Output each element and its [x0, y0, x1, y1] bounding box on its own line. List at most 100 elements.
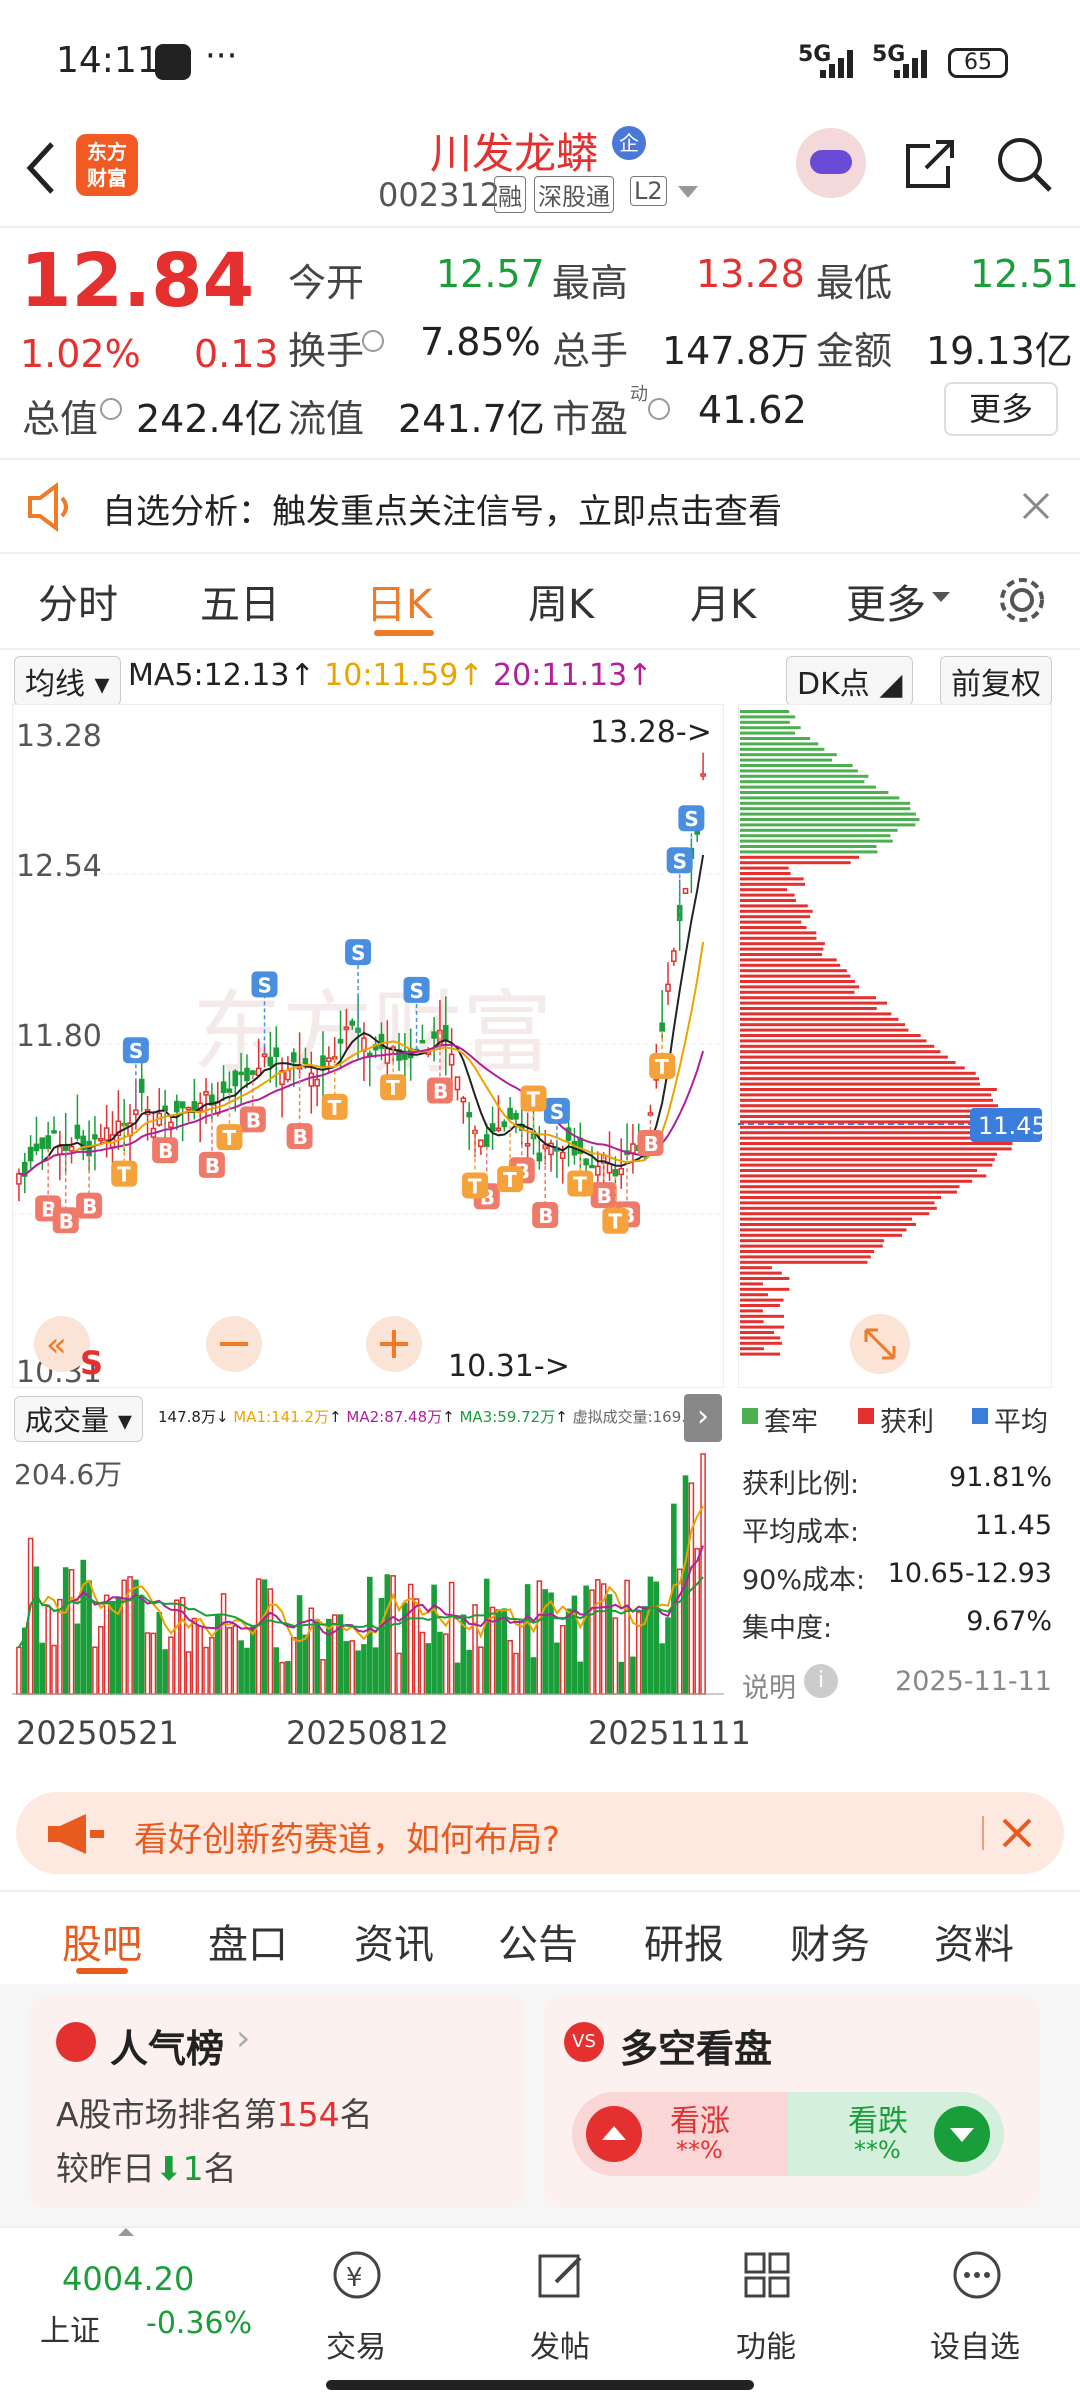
volume-bar — [273, 1647, 280, 1695]
ma10-value: 10:11.59 — [324, 658, 459, 693]
search-icon[interactable] — [994, 134, 1054, 194]
tab-financials[interactable]: 财务 — [790, 1912, 870, 1970]
chip-bar — [740, 1304, 780, 1307]
tab-research[interactable]: 研报 — [644, 1912, 724, 1970]
promo-text: 看好创新药赛道，如何布局? — [134, 1820, 561, 1860]
indicator-select[interactable]: 均线 ▾ — [14, 656, 121, 706]
chip-bar — [740, 1331, 775, 1334]
candle-body — [33, 1143, 40, 1152]
chip-bar — [740, 834, 891, 838]
apps-icon[interactable] — [740, 2248, 794, 2302]
tab-announcements[interactable]: 公告 — [498, 1912, 578, 1970]
volume-bar — [378, 1597, 385, 1695]
long-short-card[interactable]: VS 多空看盘 看涨 **% 看跌 **% — [544, 1996, 1040, 2208]
legend-swatch — [972, 1408, 988, 1424]
nav-trade[interactable]: 交易 — [326, 2322, 386, 2366]
share-icon[interactable] — [900, 134, 960, 194]
chip-distribution[interactable]: 11.45 — [738, 704, 1052, 1388]
ai-assistant-icon[interactable] — [796, 128, 866, 198]
info-icon[interactable] — [100, 398, 122, 420]
tab-profile[interactable]: 资料 — [934, 1912, 1014, 1970]
volume-bar — [501, 1608, 508, 1695]
candle-body — [103, 1127, 110, 1141]
dropdown-icon[interactable] — [678, 186, 698, 200]
tab-more[interactable]: 更多 — [846, 572, 926, 630]
tab-intraday[interactable]: 分时 — [38, 572, 118, 630]
candle-body — [290, 1052, 297, 1063]
notice-bar[interactable]: 自选分析：触发重点关注信号，立即点击查看 — [0, 462, 1080, 552]
info-icon[interactable] — [362, 330, 384, 352]
chip-bar — [740, 1077, 979, 1081]
tab-weekly-k[interactable]: 周K — [528, 572, 594, 630]
chip-bar — [740, 1136, 1010, 1140]
tab-daily-k[interactable]: 日K — [366, 572, 432, 630]
rank-line-1: A股市场排名第154名 — [56, 2088, 373, 2136]
adjust-button[interactable]: 前复权 — [940, 656, 1052, 706]
chip-bar — [740, 1050, 941, 1054]
chip-bar — [740, 1201, 935, 1205]
bearish-button[interactable]: 看跌 **% — [788, 2092, 1004, 2176]
index-value[interactable]: 4004.20 — [62, 2260, 194, 2298]
volume-bar — [694, 1548, 701, 1695]
candle-body — [27, 1146, 34, 1162]
chip-bar — [740, 931, 817, 935]
candle-body — [302, 1058, 309, 1065]
tab-news[interactable]: 资讯 — [354, 1912, 434, 1970]
chip-bar — [740, 1212, 930, 1216]
tab-monthly-k[interactable]: 月K — [690, 572, 756, 630]
post-icon[interactable] — [534, 2248, 588, 2302]
rewind-icon: « — [46, 1325, 67, 1365]
chevron-right-icon[interactable]: › — [684, 1394, 722, 1442]
candle-body — [589, 1164, 595, 1169]
dk-point-button[interactable]: DK点 ◢ — [786, 656, 914, 706]
stock-code: 002312 — [378, 176, 501, 214]
bullish-button[interactable]: 看涨 **% — [572, 2092, 788, 2176]
volume-chart[interactable]: 204.6万 — [12, 1448, 724, 1698]
nav-add-watchlist[interactable]: 设自选 — [930, 2322, 1020, 2366]
chip-bar — [740, 1152, 998, 1156]
b-marker: B — [293, 1125, 308, 1149]
tab-orderbook[interactable]: 盘口 — [208, 1912, 288, 1970]
down-arrow-icon — [934, 2106, 990, 2162]
close-icon[interactable] — [1020, 490, 1052, 522]
volume-select[interactable]: 成交量 ▾ — [14, 1396, 143, 1442]
note-label[interactable]: 说明 — [742, 1666, 796, 1705]
b-marker: B — [643, 1132, 658, 1156]
close-icon[interactable] — [1000, 1816, 1034, 1850]
bullish-pct: **% — [676, 2136, 723, 2164]
t-marker: T — [117, 1163, 131, 1187]
info-icon[interactable] — [648, 398, 670, 420]
promo-banner[interactable]: 看好创新药赛道，如何布局? — [16, 1792, 1064, 1874]
chip-bar — [740, 1017, 899, 1021]
popularity-card[interactable]: 人气榜 › A股市场排名第154名 较昨日⬇1名 — [30, 1996, 526, 2208]
chip-bar — [740, 769, 858, 773]
chip-bar — [740, 899, 796, 902]
gear-icon[interactable] — [996, 574, 1048, 626]
nav-post[interactable]: 发帖 — [530, 2322, 590, 2366]
candle-body — [384, 1047, 391, 1064]
volume-bar — [150, 1632, 157, 1695]
add-watchlist-icon[interactable] — [950, 2248, 1004, 2302]
chip-bar — [740, 926, 807, 929]
tab-five-day[interactable]: 五日 — [200, 572, 280, 630]
amount-label: 金额 — [816, 329, 893, 373]
date-tick: 20250812 — [286, 1714, 449, 1752]
more-quote-button[interactable]: 更多 — [944, 382, 1058, 436]
candle-body — [501, 1121, 508, 1128]
chip-bar — [740, 850, 878, 854]
chevron-up-icon[interactable] — [118, 2226, 134, 2236]
chip-bar — [740, 920, 802, 924]
volume-bar — [372, 1647, 379, 1695]
chip-bar — [740, 1179, 973, 1183]
info-icon[interactable]: i — [804, 1664, 838, 1698]
nav-functions[interactable]: 功能 — [736, 2322, 796, 2366]
tab-guba[interactable]: 股吧 — [62, 1912, 142, 1970]
trade-icon[interactable]: ¥ — [330, 2248, 384, 2302]
chip-bar — [740, 958, 837, 962]
market-cap-value: 242.4亿 — [136, 397, 283, 441]
volume-bar — [261, 1579, 268, 1695]
battery-icon: 65 — [948, 48, 1008, 78]
back-icon[interactable] — [22, 138, 62, 198]
kline-chart[interactable]: 东方财富 SSSSSSSBBBBBBBBBBBBBBTTTTTTTTTT 13.… — [12, 704, 724, 1388]
candle-body — [244, 1067, 250, 1082]
